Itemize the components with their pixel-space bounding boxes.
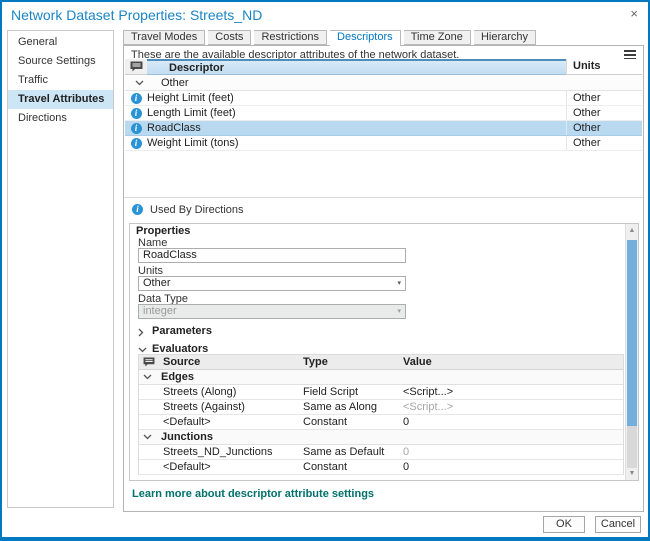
evaluator-source: Streets_ND_Junctions: [159, 445, 299, 459]
name-field[interactable]: RoadClass: [138, 248, 406, 263]
data-type-dropdown: integer ▾: [138, 304, 406, 319]
sidebar: General Source Settings Traffic Travel A…: [7, 30, 114, 508]
evaluator-type: Same as Along: [299, 400, 399, 414]
evaluator-row[interactable]: <Default> Constant 0: [139, 460, 623, 475]
evaluator-row[interactable]: Streets (Against) Same as Along <Script.…: [139, 400, 623, 415]
title-bar: Network Dataset Properties: Streets_ND ×: [2, 2, 648, 29]
info-icon: i: [131, 108, 142, 119]
evaluators-table: Source Type Value Edges Streets (Along) …: [138, 354, 624, 475]
close-icon[interactable]: ×: [630, 7, 638, 21]
tab-time-zone[interactable]: Time Zone: [404, 30, 471, 45]
chevron-down-icon: [135, 80, 144, 86]
descriptor-table: Descriptor Units Other i Height Limit (f…: [125, 59, 642, 151]
info-icon: i: [131, 123, 142, 134]
tab-restrictions[interactable]: Restrictions: [254, 30, 326, 45]
data-type-value: integer: [143, 305, 177, 317]
info-icon: i: [132, 204, 143, 215]
chevron-down-icon: [143, 434, 152, 440]
scroll-up-icon[interactable]: ▲: [626, 224, 638, 237]
evaluator-bubble-icon: [139, 355, 159, 369]
info-icon: i: [131, 93, 142, 104]
sidebar-item-travel-attributes[interactable]: Travel Attributes: [8, 90, 113, 109]
descriptor-name: RoadClass: [147, 121, 566, 135]
evaluator-source: Streets (Against): [159, 400, 299, 414]
dialog-title: Network Dataset Properties: Streets_ND: [11, 7, 262, 23]
descriptor-group-other[interactable]: Other: [125, 75, 642, 91]
descriptor-units: Other: [566, 136, 642, 150]
evaluator-value: 0: [399, 415, 623, 429]
sidebar-item-directions[interactable]: Directions: [8, 109, 113, 128]
descriptor-table-header: Descriptor Units: [125, 59, 642, 75]
used-by-directions-row: i Used By Directions: [124, 201, 643, 219]
evaluator-source: <Default>: [159, 460, 299, 474]
chevron-down-icon: [138, 347, 147, 353]
evaluator-source: <Default>: [159, 415, 299, 429]
evaluator-type: Constant: [299, 415, 399, 429]
ok-button[interactable]: OK: [543, 516, 585, 533]
source-column-header: Source: [159, 355, 299, 369]
cancel-button[interactable]: Cancel: [595, 516, 641, 533]
tab-strip: Travel Modes Costs Restrictions Descript…: [123, 30, 536, 46]
scroll-down-icon[interactable]: ▼: [626, 467, 638, 480]
sidebar-item-general[interactable]: General: [8, 33, 113, 52]
evaluator-source: Streets (Along): [159, 385, 299, 399]
descriptor-units: Other: [566, 91, 642, 105]
parameters-label: Parameters: [152, 324, 212, 339]
network-dataset-properties-dialog: Network Dataset Properties: Streets_ND ×…: [0, 0, 650, 541]
sidebar-item-source-settings[interactable]: Source Settings: [8, 52, 113, 71]
group-label: Edges: [161, 371, 194, 383]
descriptor-name: Height Limit (feet): [147, 91, 566, 105]
evaluator-bubble-icon: [125, 59, 147, 75]
sidebar-item-traffic[interactable]: Traffic: [8, 71, 113, 90]
evaluator-value: 0: [399, 445, 623, 459]
descriptor-units: Other: [566, 121, 642, 135]
evaluator-value: <Script...>: [399, 385, 623, 399]
chevron-down-icon: [143, 374, 152, 380]
tab-travel-modes[interactable]: Travel Modes: [123, 30, 205, 45]
value-column-header: Value: [399, 355, 623, 369]
tab-descriptors[interactable]: Descriptors: [330, 30, 401, 46]
parameters-expander[interactable]: Parameters: [130, 324, 618, 339]
tab-costs[interactable]: Costs: [208, 30, 251, 45]
evaluator-value: <Script...>: [399, 400, 623, 414]
units-dropdown[interactable]: Other ▾: [138, 276, 406, 291]
table-row[interactable]: i Length Limit (feet) Other: [125, 106, 642, 121]
group-label: Other: [161, 77, 189, 89]
descriptor-column-header: Descriptor: [147, 59, 566, 75]
group-label: Junctions: [161, 431, 213, 443]
evaluator-type: Same as Default: [299, 445, 399, 459]
units-column-header: Units: [566, 59, 642, 75]
vertical-scrollbar[interactable]: ▲ ▼: [625, 224, 638, 480]
properties-pane: Properties Name RoadClass Units Other ▾ …: [129, 223, 639, 481]
section-divider: [124, 197, 643, 198]
table-row[interactable]: i Height Limit (feet) Other: [125, 91, 642, 106]
evaluator-row[interactable]: <Default> Constant 0: [139, 415, 623, 430]
table-row[interactable]: i Weight Limit (tons) Other: [125, 136, 642, 151]
descriptor-name: Length Limit (feet): [147, 106, 566, 120]
evaluator-group-junctions[interactable]: Junctions: [139, 430, 623, 445]
chevron-down-icon: ▾: [397, 277, 401, 290]
info-icon: i: [131, 138, 142, 149]
chevron-right-icon: [138, 328, 144, 337]
used-by-directions-label: Used By Directions: [150, 201, 244, 219]
table-row-selected[interactable]: i RoadClass Other: [125, 121, 642, 136]
evaluator-row[interactable]: Streets (Along) Field Script <Script...>: [139, 385, 623, 400]
evaluator-row[interactable]: Streets_ND_Junctions Same as Default 0: [139, 445, 623, 460]
units-value: Other: [143, 277, 171, 289]
evaluator-type: Constant: [299, 460, 399, 474]
scrollbar-track[interactable]: [627, 426, 637, 468]
descriptors-tab-page: These are the available descriptor attri…: [123, 45, 644, 512]
learn-more-link[interactable]: Learn more about descriptor attribute se…: [132, 488, 374, 500]
scrollbar-thumb[interactable]: [627, 240, 637, 426]
evaluators-table-header: Source Type Value: [139, 355, 623, 370]
evaluator-value: 0: [399, 460, 623, 474]
descriptor-name: Weight Limit (tons): [147, 136, 566, 150]
type-column-header: Type: [299, 355, 399, 369]
evaluator-type: Field Script: [299, 385, 399, 399]
properties-group-label: Properties: [136, 225, 190, 237]
tab-hierarchy[interactable]: Hierarchy: [474, 30, 536, 45]
evaluator-group-edges[interactable]: Edges: [139, 370, 623, 385]
chevron-down-icon: ▾: [397, 305, 401, 318]
descriptor-units: Other: [566, 106, 642, 120]
